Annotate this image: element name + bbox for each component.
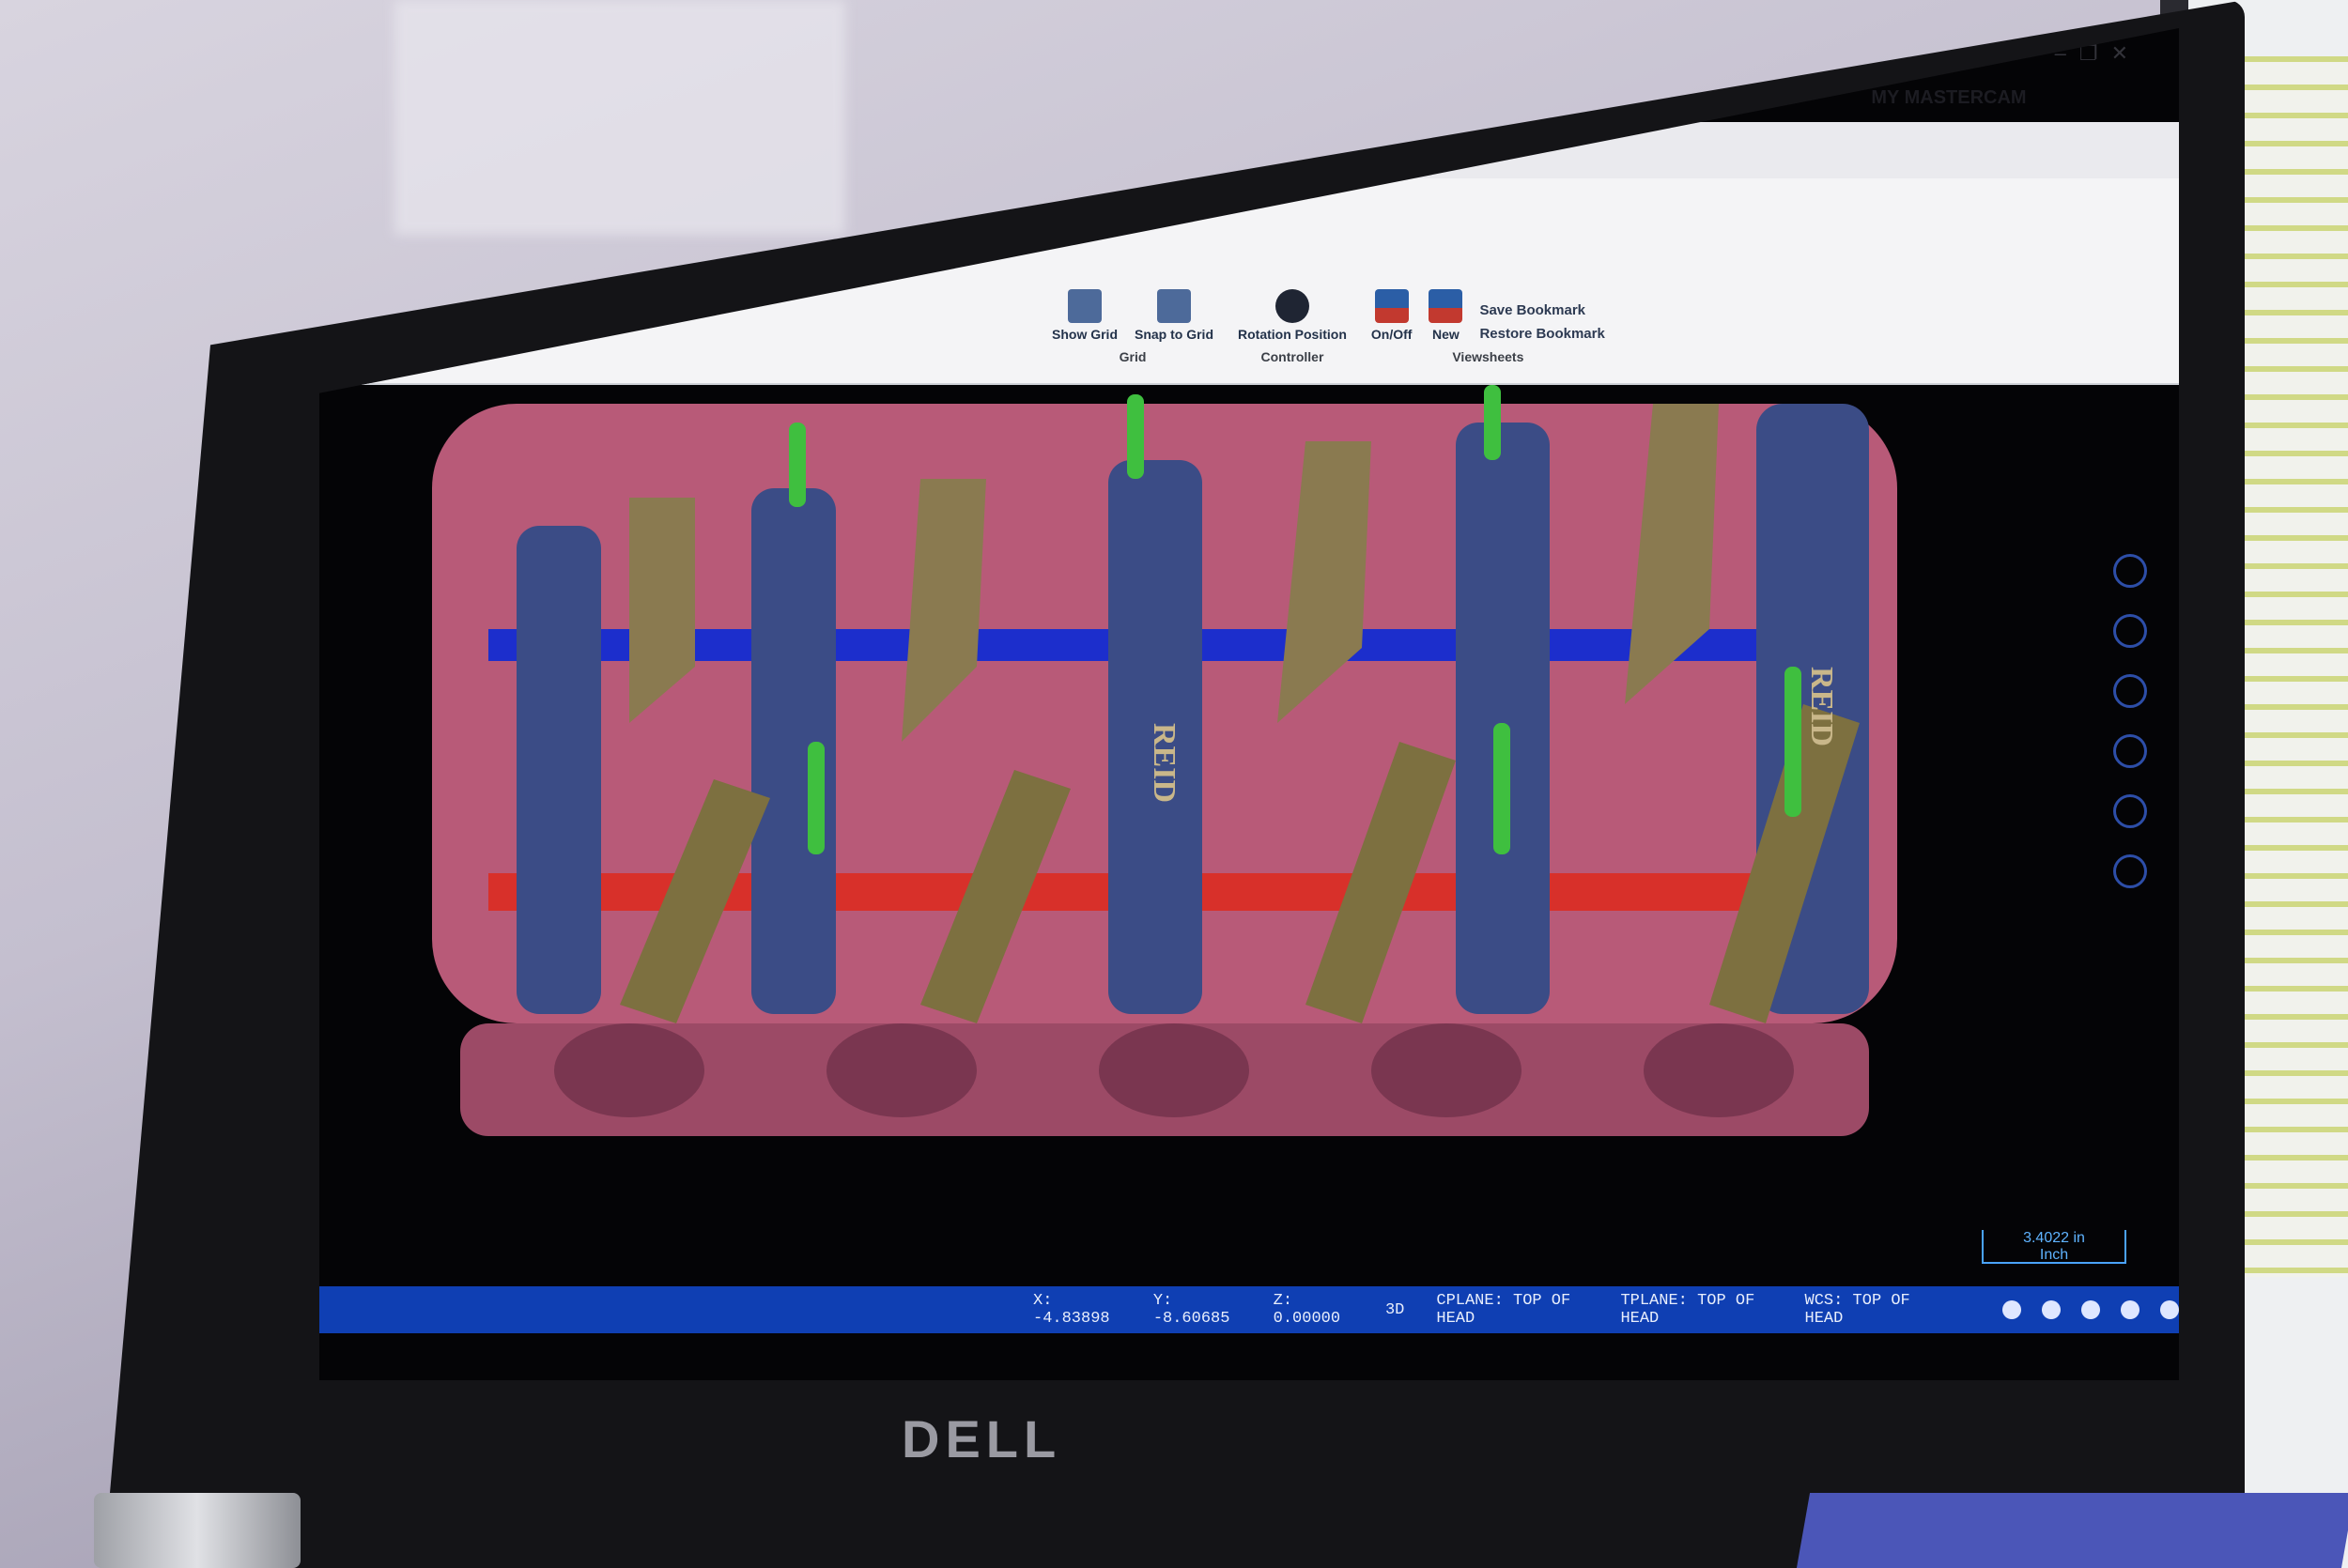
reid-label-1: REID	[1147, 723, 1182, 804]
close-button[interactable]: ✕	[2111, 41, 2128, 66]
show-grid-label: Show Grid	[1052, 327, 1118, 342]
scale-value: 3.4022 in	[2023, 1230, 2085, 1246]
controller-group: Rotation Position Controller	[1238, 289, 1347, 364]
wcs-selector[interactable]: WCS: TOP OF HEAD	[1805, 1292, 1933, 1328]
dell-logo: DELL	[902, 1409, 1062, 1468]
show-grid-button[interactable]: Show Grid	[1052, 289, 1118, 342]
z-coordinate: Z: 0.00000	[1273, 1292, 1341, 1328]
reid-label-2: REID	[1804, 667, 1839, 747]
cplane-selector[interactable]: CPLANE: TOP OF HEAD	[1436, 1292, 1588, 1328]
viewsheets-onoff-button[interactable]: On/Off	[1370, 289, 1413, 342]
minimize-button[interactable]: –	[2055, 41, 2066, 66]
status-bar: X: -4.83898 Y: -8.60685 Z: 0.00000 3D CP…	[319, 1286, 2179, 1333]
viewsheets-group-title: Viewsheets	[1452, 349, 1524, 364]
maximize-button[interactable]: ❐	[2079, 41, 2098, 66]
view-manager-icons	[2113, 554, 2147, 888]
view-icon[interactable]	[2113, 794, 2147, 828]
snap-grid-icon	[1157, 289, 1191, 323]
status-icon-group	[2002, 1300, 2179, 1319]
secondary-monitor-text	[2245, 56, 2348, 1277]
y-coordinate: Y: -8.60685	[1152, 1292, 1230, 1328]
grid-group-title: Grid	[1119, 349, 1147, 364]
cylinder-head-model	[432, 385, 1897, 1136]
view-icon[interactable]	[2113, 674, 2147, 708]
rotation-position-label: Rotation Position	[1238, 327, 1347, 342]
new-viewsheet-icon	[1429, 289, 1463, 323]
viewsheet-icon	[1374, 289, 1409, 323]
scale-unit: Inch	[2039, 1247, 2069, 1263]
status-globe-icon[interactable]	[2042, 1300, 2062, 1319]
controller-group-title: Controller	[1260, 349, 1324, 364]
grid-icon	[1068, 289, 1102, 323]
restore-bookmark-button[interactable]: Restore Bookmark	[1479, 326, 1604, 342]
scale-indicator: 3.4022 in Inch	[1982, 1230, 2126, 1264]
viewsheets-group: On/Off New Save Bookmark Restore Bookmar…	[1371, 289, 1605, 364]
grid-group: Show Grid Snap to Grid Grid	[1052, 289, 1213, 364]
snap-to-grid-button[interactable]: Snap to Grid	[1135, 289, 1213, 342]
graphics-viewport[interactable]: REID REID	[319, 385, 2179, 1286]
view-icon[interactable]	[2113, 554, 2147, 588]
view-icon[interactable]	[2113, 734, 2147, 768]
status-globe-icon[interactable]	[2081, 1300, 2101, 1319]
status-shading-icon[interactable]	[2160, 1300, 2179, 1319]
rotation-position-button[interactable]: Rotation Position	[1238, 289, 1347, 342]
desk-mug	[94, 1493, 301, 1568]
status-globe-icon[interactable]	[2002, 1300, 2022, 1319]
new-label: New	[1432, 327, 1460, 342]
snap-to-grid-label: Snap to Grid	[1135, 327, 1213, 342]
onoff-label: On/Off	[1370, 327, 1413, 342]
rotation-sphere-icon	[1274, 289, 1309, 323]
view-mode-toggle[interactable]: 3D	[1385, 1301, 1404, 1319]
tplane-selector[interactable]: TPLANE: TOP OF HEAD	[1620, 1292, 1772, 1328]
wall-paper-sheet	[394, 0, 845, 235]
bookmark-list: Save Bookmark Restore Bookmark	[1479, 302, 1604, 342]
x-coordinate: X: -4.83898	[1033, 1292, 1110, 1328]
status-shading-icon[interactable]	[2121, 1300, 2140, 1319]
view-icon[interactable]	[2113, 614, 2147, 648]
desk-box	[1796, 1493, 2348, 1568]
my-mastercam-label[interactable]: MY MASTERCAM	[1871, 87, 2026, 109]
view-icon[interactable]	[2113, 854, 2147, 888]
save-bookmark-button[interactable]: Save Bookmark	[1479, 302, 1604, 318]
new-viewsheet-button[interactable]: New	[1429, 289, 1463, 342]
